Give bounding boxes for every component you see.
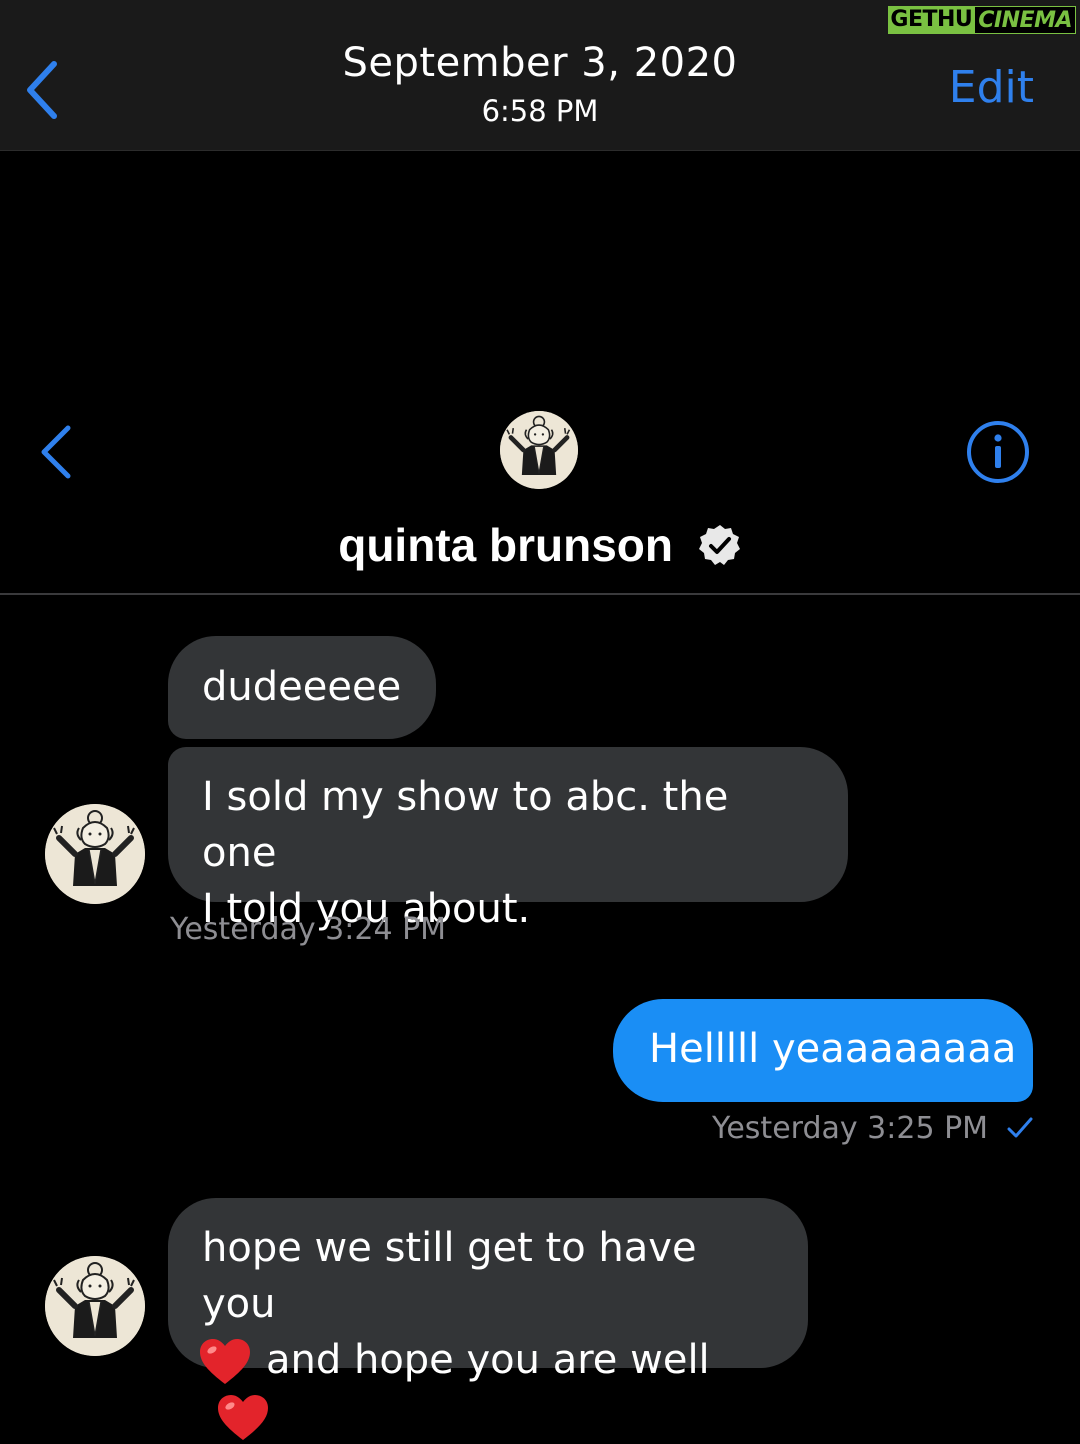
avatar-illustration-icon [45, 804, 145, 904]
message-text-line: I sold my show to abc. the one [202, 774, 729, 876]
message-timestamp: Yesterday 3:25 PM [712, 1111, 989, 1146]
message-text: dudeeeee [202, 664, 402, 710]
red-heart-icon [200, 1339, 250, 1384]
info-icon[interactable] [966, 420, 1030, 484]
red-heart-icon [218, 1395, 268, 1440]
watermark-part-2: CINEMA [974, 6, 1076, 34]
message-text: Helllll yeaaaaaaaa [649, 1026, 1017, 1072]
contact-avatar[interactable] [500, 411, 578, 489]
photo-date: September 3, 2020 [342, 40, 738, 86]
header-divider [0, 593, 1080, 595]
contact-name-text: quinta brunson [338, 518, 673, 571]
message-text-line: hope we still get to have you [202, 1225, 697, 1327]
message-text-line-with-hearts: and hope you are well [200, 1332, 774, 1444]
contact-name[interactable]: quinta brunson [0, 514, 1080, 572]
chevron-left-icon[interactable] [38, 424, 74, 480]
avatar-illustration-icon [500, 411, 578, 489]
photos-top-bar: September 3, 2020 6:58 PM Edit GETHU CIN… [0, 0, 1080, 151]
message-bubble-received[interactable]: dudeeeee [168, 636, 436, 739]
message-bubble-received[interactable]: hope we still get to have you and hope y… [168, 1198, 808, 1440]
message-text-line: and hope you are well [266, 1337, 710, 1383]
watermark-logo: GETHU CINEMA [888, 6, 1076, 34]
verified-badge-icon [698, 524, 740, 565]
edit-button[interactable]: Edit [949, 62, 1034, 113]
message-timestamp-row: Yesterday 3:25 PM [712, 1111, 1034, 1146]
read-check-icon [1007, 1117, 1033, 1138]
sender-avatar[interactable] [45, 1256, 145, 1356]
avatar-illustration-icon [45, 1256, 145, 1356]
message-timestamp: Yesterday 3:24 PM [170, 912, 447, 947]
message-bubble-received[interactable]: I sold my show to abc. the one I told yo… [168, 747, 848, 932]
watermark-part-1: GETHU [888, 6, 975, 34]
message-bubble-sent[interactable]: Helllll yeaaaaaaaa [613, 999, 1033, 1102]
photo-time: 6:58 PM [481, 94, 599, 128]
sender-avatar[interactable] [45, 804, 145, 904]
